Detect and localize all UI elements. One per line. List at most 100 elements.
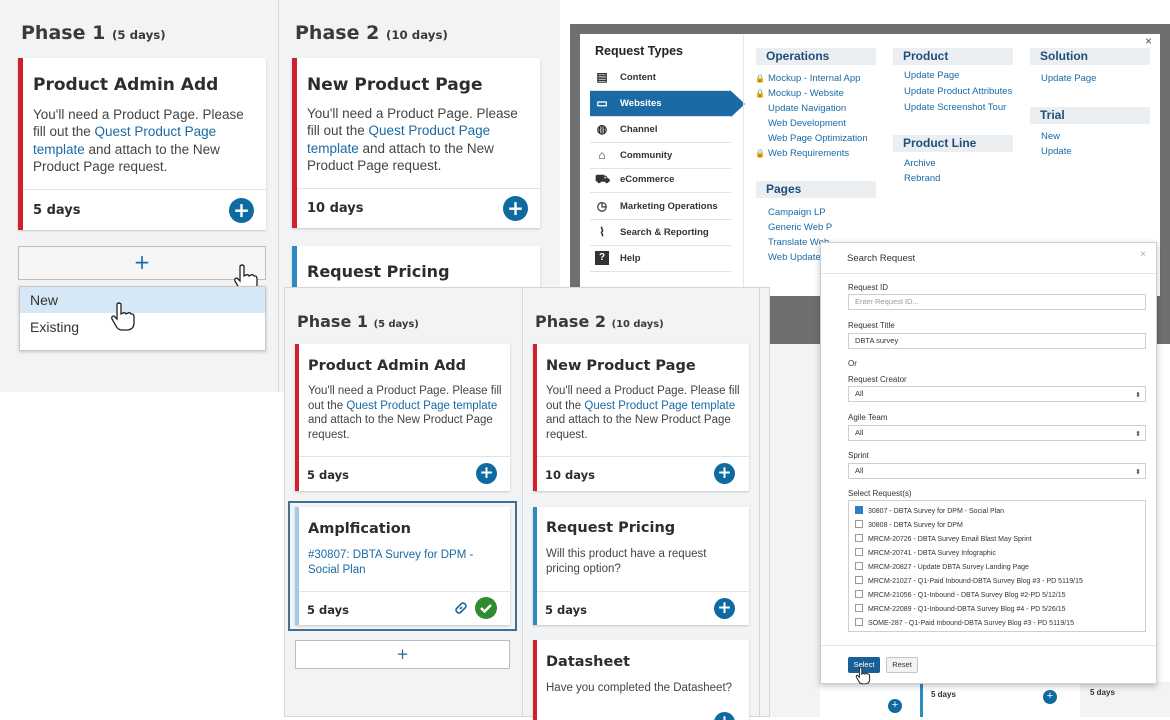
card-description: You'll need a Product Page. Please fill … — [308, 385, 502, 442]
request-type-marketing-operations[interactable]: ◷ Marketing Operations — [590, 194, 731, 220]
add-circle-icon[interactable]: + — [714, 463, 735, 484]
add-circle-icon[interactable]: + — [229, 198, 254, 223]
link-icon[interactable] — [454, 601, 468, 615]
add-task-button[interactable]: + — [18, 246, 266, 280]
request-option[interactable]: 30808 - DBTA Survey for DPM — [855, 520, 963, 529]
reset-button[interactable]: Reset — [886, 657, 918, 673]
card-amplification[interactable]: Amplfication #30807: DBTA Survey for DPM… — [295, 507, 510, 625]
check-complete-icon[interactable] — [475, 597, 497, 619]
request-type-help[interactable]: ? Help — [590, 246, 731, 272]
link-update-page[interactable]: Update Page — [904, 70, 959, 81]
link-archive[interactable]: Archive — [904, 158, 936, 169]
add-circle-icon[interactable]: + — [714, 598, 735, 619]
request-creator-select[interactable]: All ⬍ — [848, 386, 1146, 402]
category-operations: Operations — [756, 48, 876, 65]
link-web-page-optimization[interactable]: Web Page Optimization — [768, 133, 868, 144]
request-type-search-reporting[interactable]: ⌇ Search & Reporting — [590, 220, 731, 246]
add-circle-icon[interactable]: + — [714, 712, 735, 720]
card-product-admin-add[interactable]: Product Admin Add You'll need a Product … — [18, 58, 266, 230]
or-label: Or — [848, 359, 857, 368]
request-types-heading: Request Types — [595, 44, 683, 58]
card-description: You'll need a Product Page. Please fill … — [307, 106, 518, 173]
request-type-websites[interactable]: ▭ Websites — [590, 91, 731, 117]
card-title: Datasheet — [546, 654, 631, 670]
sprint-label: Sprint — [848, 451, 869, 460]
community-icon: ⌂ — [598, 148, 606, 162]
select-arrows-icon: ⬍ — [1135, 431, 1141, 438]
card-title: New Product Page — [307, 75, 483, 95]
search-request-modal: Search Request × Request ID Enter Reques… — [820, 242, 1157, 685]
link-trial-new[interactable]: New — [1041, 131, 1060, 142]
card-description: Have you completed the Datasheet? — [546, 682, 733, 694]
phase-2-heading: Phase 2 (10 days) — [295, 22, 448, 44]
phase-2-column: Phase 2 (10 days) New Product Page You'l… — [523, 288, 760, 720]
checkbox-icon[interactable] — [855, 590, 863, 598]
modal-title: Search Request — [847, 253, 916, 264]
phase-1-column: Phase 1 (5 days) Product Admin Add You'l… — [8, 0, 279, 392]
add-circle-icon[interactable]: + — [476, 463, 497, 484]
checkbox-icon[interactable] — [855, 548, 863, 556]
request-option[interactable]: 30807 - DBTA Survey for DPM - Social Pla… — [855, 506, 1004, 515]
agile-team-select[interactable]: All ⬍ — [848, 425, 1146, 441]
request-type-ecommerce[interactable]: ⛟ eCommerce — [590, 167, 731, 193]
link-update-screenshot-tour[interactable]: Update Screenshot Tour — [904, 102, 1006, 113]
request-id-input[interactable]: Enter Request ID... — [848, 294, 1146, 310]
card-description: You'll need a Product Page. Please fill … — [546, 385, 740, 442]
request-id-label: Request ID — [848, 283, 889, 292]
link-update-navigation[interactable]: Update Navigation — [768, 103, 846, 114]
help-icon: ? — [595, 251, 609, 265]
request-option[interactable]: MRCM-21027 - Q1-Paid Inbound-DBTA Survey… — [855, 576, 1083, 585]
close-icon[interactable]: × — [1140, 249, 1146, 260]
request-option[interactable]: SOME-287 - Q1-Paid Inbound-DBTA Survey B… — [855, 618, 1074, 627]
request-title-input[interactable]: DBTA survey — [848, 333, 1146, 349]
card-request-pricing[interactable]: Request Pricing Will this product have a… — [533, 507, 749, 625]
link-generic-web[interactable]: Generic Web P — [768, 222, 832, 233]
add-circle-icon[interactable]: + — [503, 196, 528, 221]
card-days: 5 days — [307, 603, 349, 617]
dropdown-option-existing[interactable]: Existing — [20, 314, 265, 340]
card-new-product-page[interactable]: New Product Page You'll need a Product P… — [533, 344, 749, 491]
link-solution-update-page[interactable]: Update Page — [1041, 73, 1096, 84]
close-icon[interactable]: × — [1145, 34, 1152, 48]
phase-board-2: Phase 1 (5 days) Product Admin Add You'l… — [284, 287, 770, 720]
category-solution: Solution — [1030, 48, 1150, 65]
request-type-community[interactable]: ⌂ Community — [590, 143, 731, 169]
link-mockup-internal-app[interactable]: Mockup - Internal App — [768, 73, 860, 84]
card-datasheet[interactable]: Datasheet Have you completed the Datashe… — [533, 640, 749, 720]
checkbox-icon[interactable] — [855, 562, 863, 570]
card-days: 5 days — [931, 690, 956, 699]
template-link[interactable]: Quest Product Page template — [584, 400, 735, 412]
checkbox-icon[interactable] — [855, 520, 863, 528]
add-circle-icon: + — [1043, 690, 1057, 704]
background-card-fragment: 5 days + — [920, 682, 1070, 717]
request-type-channel[interactable]: ◍ Channel — [590, 117, 731, 143]
checkbox-icon[interactable] — [855, 534, 863, 542]
checkbox-icon[interactable] — [855, 576, 863, 584]
link-web-requirements[interactable]: Web Requirements — [768, 148, 849, 159]
linked-request-link[interactable]: #30807: DBTA Survey for DPM - Social Pla… — [308, 548, 498, 577]
new-existing-dropdown: New Existing — [19, 286, 266, 351]
dropdown-option-new[interactable]: New — [20, 287, 265, 313]
request-option[interactable]: MRCM-20827 - Update DBTA Survey Landing … — [855, 562, 1029, 571]
select-arrows-icon: ⬍ — [1135, 392, 1141, 399]
request-option[interactable]: MRCM-22089 - Q1-Inbound-DBTA Survey Blog… — [855, 604, 1066, 613]
request-type-content[interactable]: ▤ Content — [590, 65, 731, 91]
card-title: New Product Page — [546, 358, 696, 374]
link-campaign-lp[interactable]: Campaign LP — [768, 207, 826, 218]
card-new-product-page[interactable]: New Product Page You'll need a Product P… — [292, 58, 540, 228]
link-update-product-attributes[interactable]: Update Product Attributes — [904, 86, 1012, 97]
checkbox-checked-icon[interactable] — [855, 506, 863, 514]
request-option[interactable]: MRCM-20726 - DBTA Survey Email Blast May… — [855, 534, 1032, 543]
request-option[interactable]: MRCM-21056 - Q1-Inbound - DBTA Survey Bl… — [855, 590, 1066, 599]
checkbox-icon[interactable] — [855, 604, 863, 612]
sprint-select[interactable]: All ⬍ — [848, 463, 1146, 479]
link-web-development[interactable]: Web Development — [768, 118, 846, 129]
link-trial-update[interactable]: Update — [1041, 146, 1072, 157]
request-option[interactable]: MRCM-20741 - DBTA Survey Infographic — [855, 548, 996, 557]
template-link[interactable]: Quest Product Page template — [346, 400, 497, 412]
link-rebrand[interactable]: Rebrand — [904, 173, 940, 184]
checkbox-icon[interactable] — [855, 618, 863, 626]
link-mockup-website[interactable]: Mockup - Website — [768, 88, 844, 99]
card-product-admin-add[interactable]: Product Admin Add You'll need a Product … — [295, 344, 510, 491]
add-task-button[interactable]: + — [295, 640, 510, 669]
